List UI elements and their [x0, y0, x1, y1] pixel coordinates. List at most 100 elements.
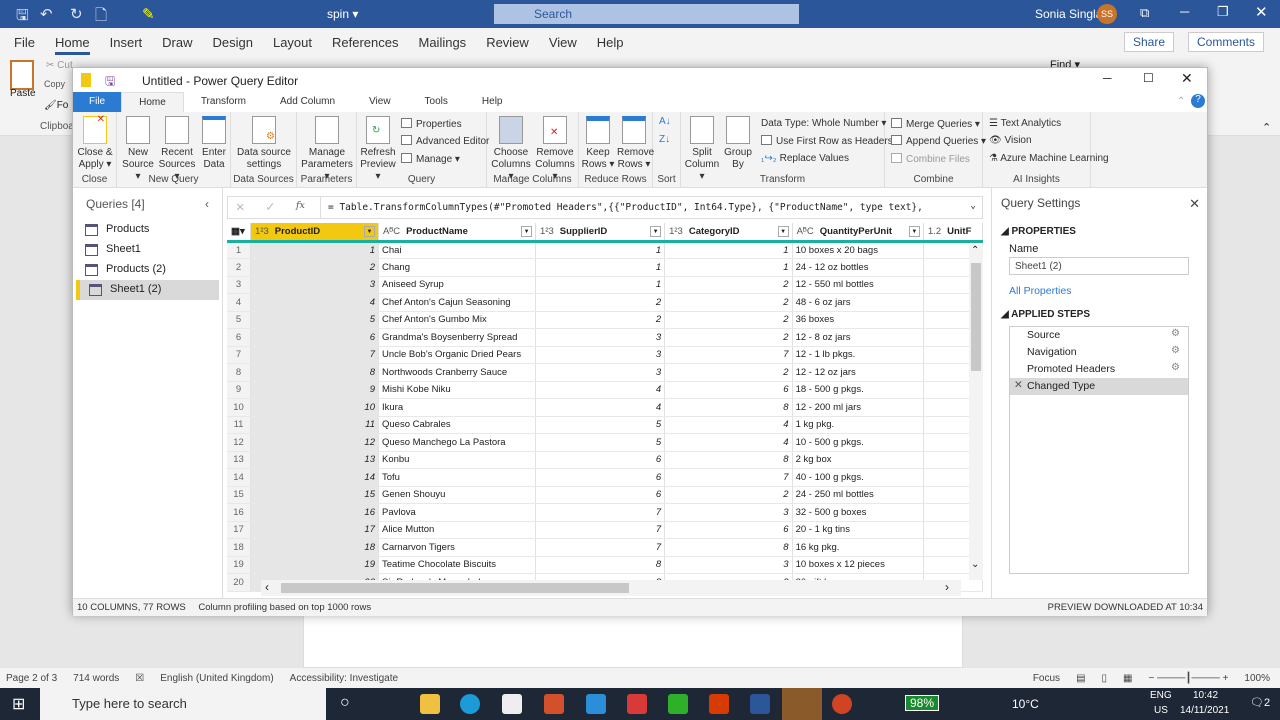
all-properties-link[interactable]: All Properties: [992, 275, 1209, 307]
scroll-down-icon[interactable]: ⌄: [971, 559, 979, 570]
table-cell[interactable]: Konbu: [378, 451, 537, 469]
table-row[interactable]: 13 13 Konbu 6 8 2 kg box: [227, 451, 983, 469]
table-cell[interactable]: Chai: [378, 241, 537, 259]
collapse-ribbon-icon[interactable]: ⌃: [1177, 96, 1185, 107]
table-cell[interactable]: Mishi Kobe Niku: [378, 381, 537, 399]
table-cell[interactable]: Ikura: [378, 398, 537, 417]
tab-home[interactable]: Home: [121, 92, 184, 112]
split-column-button[interactable]: Split Column ▾: [683, 116, 721, 183]
table-cell[interactable]: 15: [250, 486, 379, 504]
sort-ascending-icon[interactable]: A↓: [659, 116, 671, 127]
advanced-editor-button[interactable]: Advanced Editor: [401, 135, 489, 147]
table-cell[interactable]: 2: [664, 311, 793, 329]
tab-view[interactable]: View: [352, 92, 408, 112]
table-row[interactable]: 16 16 Pavlova 7 3 32 - 500 g boxes: [227, 503, 983, 522]
row-number[interactable]: 15: [227, 486, 252, 504]
focus-button[interactable]: Focus: [1033, 673, 1060, 684]
minimize-icon[interactable]: ─: [1103, 71, 1112, 85]
table-cell[interactable]: 3: [250, 276, 379, 294]
sheets-icon[interactable]: [668, 694, 688, 714]
battery-indicator[interactable]: 98%: [905, 695, 940, 711]
table-cell[interactable]: 7: [250, 346, 379, 364]
paste-button[interactable]: Paste: [10, 88, 36, 99]
horizontal-scrollbar[interactable]: ‹ ›: [261, 580, 961, 596]
step-source[interactable]: Source ⚙: [1010, 327, 1188, 344]
gear-icon[interactable]: ⚙: [1171, 345, 1180, 356]
table-cell[interactable]: 1: [664, 241, 793, 259]
mail-icon[interactable]: [586, 694, 606, 714]
ribbon-display-icon[interactable]: ⧉: [1140, 5, 1149, 21]
row-number[interactable]: 19: [227, 556, 252, 574]
tab-file[interactable]: File: [73, 92, 122, 112]
commit-formula-icon[interactable]: ✓: [266, 199, 274, 215]
save-icon[interactable]: 🖫: [16, 5, 29, 30]
table-row[interactable]: 4 4 Chef Anton's Cajun Seasoning 2 2 48 - 6 o…: [227, 293, 983, 312]
word-icon[interactable]: [750, 694, 770, 714]
table-row[interactable]: 6 6 Grandma's Boysenberry Spread 3 2 12 - 8 o…: [227, 328, 983, 347]
table-row[interactable]: 15 15 Genen Shouyu 6 2 24 - 250 ml bottles: [227, 486, 983, 504]
table-cell[interactable]: 3: [664, 556, 793, 574]
remove-columns-button[interactable]: ✕ Remove Columns ▾: [533, 116, 577, 183]
table-cell[interactable]: 3: [535, 346, 666, 364]
table-cell[interactable]: 2: [664, 486, 793, 504]
edge-icon[interactable]: [460, 694, 480, 714]
query-item-sheet1[interactable]: Sheet1: [76, 240, 219, 260]
column-type-icon[interactable]: 1²3: [669, 226, 683, 237]
tab-draw[interactable]: Draw: [162, 35, 192, 50]
web-layout-icon[interactable]: ▦: [1123, 673, 1132, 684]
table-cell[interactable]: 4: [535, 398, 666, 417]
table-row[interactable]: 8 8 Northwoods Cranberry Sauce 3 2 12 - 12 oz…: [227, 363, 983, 382]
table-cell[interactable]: 5: [250, 311, 379, 329]
cortana-icon[interactable]: ○: [340, 694, 350, 712]
table-cell[interactable]: Queso Cabrales: [378, 416, 537, 434]
step-navigation[interactable]: Navigation ⚙: [1010, 344, 1188, 361]
taskbar-search[interactable]: Type here to search: [40, 688, 326, 720]
table-cell[interactable]: 1: [250, 241, 379, 259]
new-source-button[interactable]: New Source ▾: [119, 116, 157, 183]
step-promoted-headers[interactable]: Promoted Headers ⚙: [1010, 361, 1188, 378]
filter-dropdown-icon[interactable]: ▼: [364, 226, 375, 237]
column-header-unitf[interactable]: 1.2 UnitF: [923, 223, 983, 243]
accessibility-status[interactable]: Accessibility: Investigate: [290, 673, 398, 684]
table-cell[interactable]: 12: [250, 433, 379, 452]
collapse-pane-icon[interactable]: ‹: [205, 197, 209, 211]
table-cell[interactable]: Chef Anton's Gumbo Mix: [378, 311, 537, 329]
table-row[interactable]: 3 3 Aniseed Syrup 1 2 12 - 550 ml bottles: [227, 276, 983, 294]
column-header-productid[interactable]: 1²3 ProductID ▼: [250, 223, 379, 243]
properties-section[interactable]: ◢ PROPERTIES: [992, 218, 1209, 237]
table-cell[interactable]: 10: [250, 398, 379, 417]
share-button[interactable]: Share: [1124, 32, 1175, 52]
expand-formula-icon[interactable]: ⌄: [970, 200, 976, 211]
tab-insert[interactable]: Insert: [110, 35, 143, 50]
table-cell[interactable]: 40 - 100 g pkgs.: [792, 468, 924, 487]
column-type-icon[interactable]: 1.2: [928, 226, 941, 237]
clock-time[interactable]: 10:42: [1193, 690, 1218, 701]
table-cell[interactable]: 24 - 12 oz bottles: [792, 258, 924, 277]
tab-transform[interactable]: Transform: [184, 92, 263, 112]
table-cell[interactable]: 13: [250, 451, 379, 469]
table-cell[interactable]: 2 kg box: [792, 451, 924, 469]
applied-steps-section[interactable]: ◢ APPLIED STEPS: [992, 307, 1209, 326]
combine-files-button[interactable]: Combine Files: [891, 153, 970, 165]
formula-input[interactable]: = Table.TransformColumnTypes(#"Promoted …: [328, 202, 923, 213]
proofing-icon[interactable]: ☒: [135, 673, 144, 684]
table-cell[interactable]: Alice Mutton: [378, 521, 537, 539]
column-type-icon[interactable]: AᴮC: [797, 226, 814, 237]
row-number[interactable]: 17: [227, 521, 252, 539]
table-cell[interactable]: 14: [250, 468, 379, 487]
table-cell[interactable]: 32 - 500 g boxes: [792, 503, 924, 522]
row-number[interactable]: 12: [227, 433, 252, 452]
minimize-icon[interactable]: ─: [1180, 4, 1189, 19]
column-profiling-status[interactable]: Column profiling based on top 1000 rows: [198, 602, 371, 613]
highlighter-icon[interactable]: ✎: [142, 5, 155, 23]
table-cell[interactable]: 10 boxes x 20 bags: [792, 241, 924, 259]
table-cell[interactable]: Carnarvon Tigers: [378, 538, 537, 557]
table-cell[interactable]: 5: [535, 416, 666, 434]
word-count[interactable]: 714 words: [73, 673, 119, 684]
tab-mailings[interactable]: Mailings: [419, 35, 467, 50]
row-number[interactable]: 1: [227, 241, 252, 259]
row-number[interactable]: 11: [227, 416, 252, 434]
table-cell[interactable]: 8: [664, 538, 793, 557]
text-analytics-button[interactable]: ☰ Text Analytics: [989, 118, 1061, 129]
table-cell[interactable]: 6: [664, 381, 793, 399]
